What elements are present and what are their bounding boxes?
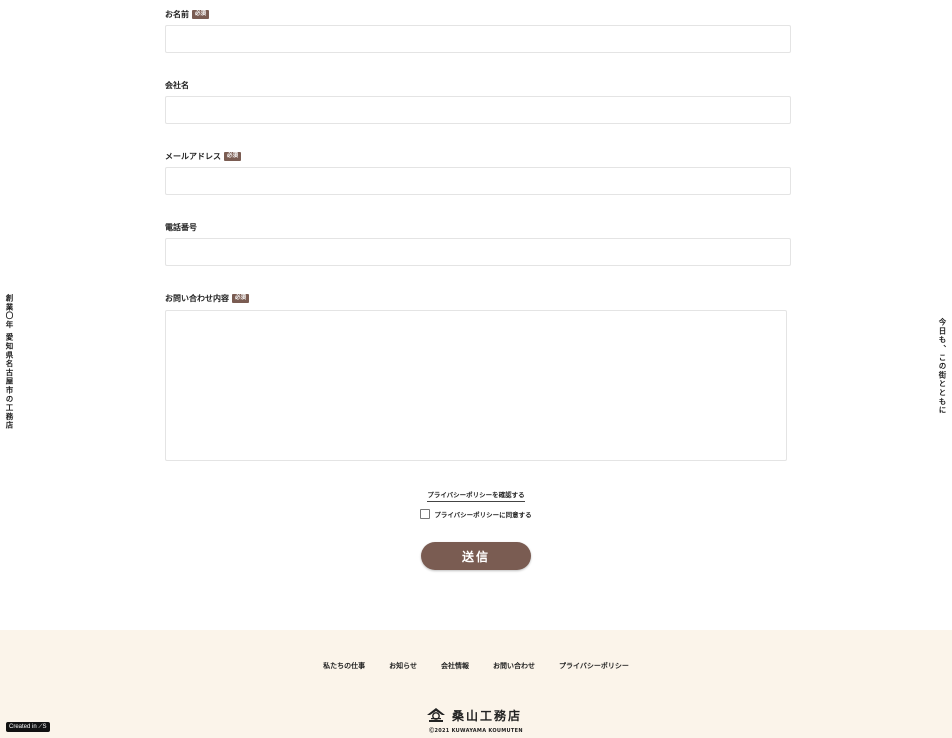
required-badge: 必須 xyxy=(192,9,210,19)
footer-nav-works[interactable]: 私たちの仕事 xyxy=(323,661,365,671)
email-label: メールアドレス 必須 xyxy=(165,150,242,162)
name-label: お名前 必須 xyxy=(165,8,210,20)
phone-label: 電話番号 xyxy=(165,221,197,233)
footer-logo[interactable]: 桑山工務店 xyxy=(426,706,522,724)
consent-row: プライバシーポリシーに同意する xyxy=(0,509,952,519)
created-in-badge[interactable]: Created in ⟋S xyxy=(6,722,50,732)
inquiry-label-text: お問い合わせ内容 xyxy=(165,293,229,303)
inquiry-label: お問い合わせ内容 必須 xyxy=(165,292,250,304)
email-label-text: メールアドレス xyxy=(165,151,221,161)
footer-nav-news[interactable]: お知らせ xyxy=(389,661,417,671)
footer-nav-privacy[interactable]: プライバシーポリシー xyxy=(559,661,629,671)
privacy-policy-link[interactable]: プライバシーポリシーを確認する xyxy=(427,491,525,502)
name-label-text: お名前 xyxy=(165,9,189,19)
footer: 私たちの仕事 お知らせ 会社情報 お問い合わせ プライバシーポリシー 桑山工務店… xyxy=(0,630,952,738)
privacy-policy-link-row: プライバシーポリシーを確認する xyxy=(0,489,952,502)
phone-label-text: 電話番号 xyxy=(165,222,197,232)
name-input[interactable] xyxy=(165,25,791,53)
footer-nav-contact[interactable]: お問い合わせ xyxy=(493,661,535,671)
side-tagline-right: 今日も、この街とともに xyxy=(938,318,947,415)
company-label: 会社名 xyxy=(165,79,189,91)
company-label-text: 会社名 xyxy=(165,80,189,90)
phone-input[interactable] xyxy=(165,238,791,266)
required-badge: 必須 xyxy=(232,293,250,303)
consent-label[interactable]: プライバシーポリシーに同意する xyxy=(434,509,531,519)
logo-text: 桑山工務店 xyxy=(452,708,523,723)
email-input[interactable] xyxy=(165,167,791,195)
inquiry-textarea[interactable] xyxy=(165,310,787,461)
required-badge: 必須 xyxy=(224,151,242,161)
company-input[interactable] xyxy=(165,96,791,124)
submit-button[interactable]: 送信 xyxy=(421,542,531,570)
consent-checkbox[interactable] xyxy=(420,509,431,519)
copyright: Ⓒ2021 KUWAYAMA KOUMUTEN xyxy=(429,728,523,734)
footer-nav-company[interactable]: 会社情報 xyxy=(441,661,469,671)
footer-nav: 私たちの仕事 お知らせ 会社情報 お問い合わせ プライバシーポリシー xyxy=(0,661,952,671)
house-logo-icon xyxy=(427,708,445,722)
side-tagline-left: 創業〇年 愛知県名古屋市の工務店 xyxy=(5,294,14,430)
